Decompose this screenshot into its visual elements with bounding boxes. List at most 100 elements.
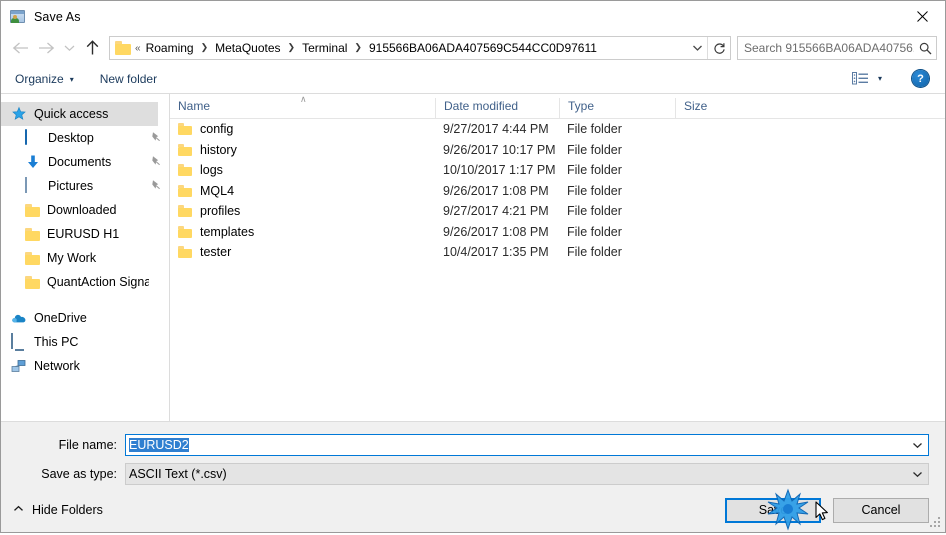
pin-icon[interactable] [149, 155, 161, 169]
table-row[interactable]: config 9/27/2017 4:44 PM File folder [170, 119, 945, 140]
breadcrumb-chevron-icon[interactable]: ❯ [198, 42, 212, 53]
address-bar[interactable]: « Roaming ❯ MetaQuotes ❯ Terminal ❯ 9155… [109, 36, 731, 60]
folder-icon [178, 225, 192, 238]
column-header-size[interactable]: Size [675, 98, 755, 118]
resize-grip[interactable] [929, 516, 942, 529]
sidebar-item-downloaded[interactable]: Downloaded [1, 198, 169, 222]
table-row[interactable]: tester 10/4/2017 1:35 PM File folder [170, 242, 945, 263]
sidebar-item-label: Network [34, 359, 80, 373]
file-name: profiles [200, 204, 241, 219]
folder-icon [25, 276, 40, 289]
column-header-type[interactable]: Type [559, 98, 675, 118]
file-rows: config 9/27/2017 4:44 PM File folder his… [170, 119, 945, 421]
forward-arrow-icon[interactable] [33, 35, 59, 61]
file-type: File folder [567, 163, 622, 178]
chevron-down-icon[interactable] [906, 471, 928, 478]
sidebar-item-quick-access[interactable]: Quick access [1, 102, 158, 126]
help-button[interactable]: ? [912, 70, 929, 87]
hide-folders-label: Hide Folders [32, 503, 103, 517]
new-folder-button[interactable]: New folder [100, 72, 157, 86]
search-icon[interactable] [914, 42, 936, 55]
pin-icon[interactable] [149, 179, 161, 193]
sidebar-item-eurusd-h1[interactable]: EURUSD H1 [1, 222, 169, 246]
save-button[interactable]: Save [725, 497, 821, 523]
sidebar-item-pictures[interactable]: Pictures [1, 174, 169, 198]
close-icon[interactable] [899, 1, 945, 31]
file-name-label: File name: [58, 438, 117, 452]
file-name: config [200, 122, 234, 137]
organize-button[interactable]: Organize ▾ [15, 72, 74, 86]
save-as-type-select[interactable]: ASCII Text (*.csv) [125, 463, 929, 485]
folder-icon [178, 184, 192, 197]
file-name-selected-text: EURUSD2 [129, 438, 189, 452]
chevron-down-icon[interactable] [687, 37, 707, 59]
sidebar-item-label: Documents [48, 155, 112, 169]
cancel-button[interactable]: Cancel [833, 497, 929, 523]
folder-icon [178, 246, 192, 259]
chevron-down-icon: ▾ [69, 75, 74, 84]
window-title: Save As [34, 9, 81, 24]
organize-label: Organize [15, 71, 64, 86]
save-options-pane: File name: EURUSD2 Save as type: ASCII T… [1, 421, 945, 532]
folder-icon [115, 41, 131, 55]
breadcrumb-item-metaquotes[interactable]: MetaQuotes [211, 41, 284, 55]
breadcrumb-item-roaming[interactable]: Roaming [142, 41, 198, 55]
desktop-icon [25, 129, 41, 146]
sidebar-item-onedrive[interactable]: OneDrive [1, 306, 169, 330]
sidebar-item-label: QuantAction Signal [47, 275, 149, 289]
file-date-modified: 10/4/2017 1:35 PM [443, 245, 549, 260]
save-as-dialog: Save As « Roaming ❯ MetaQuotes ❯ Termina… [0, 0, 946, 533]
sidebar-item-network[interactable]: Network [1, 354, 169, 378]
table-row[interactable]: logs 10/10/2017 1:17 PM File folder [170, 160, 945, 181]
dialog-body: Quick access Desktop Documents Pictures … [1, 94, 945, 421]
breadcrumb-overflow[interactable]: « [134, 43, 142, 54]
sidebar-item-label: This PC [34, 335, 79, 349]
onedrive-cloud-icon [11, 310, 27, 326]
recent-locations-chevron-icon[interactable] [59, 35, 79, 61]
sidebar-item-desktop[interactable]: Desktop [1, 126, 169, 150]
sidebar-item-my-work[interactable]: My Work [1, 246, 169, 270]
sidebar-item-quantaction-signal[interactable]: QuantAction Signal [1, 270, 169, 294]
folder-icon [178, 205, 192, 218]
search-input[interactable]: Search 915566BA06ADA40756... [737, 36, 937, 60]
sidebar-item-label: Downloaded [47, 203, 117, 217]
sidebar-item-this-pc[interactable]: This PC [1, 330, 169, 354]
file-type: File folder [567, 245, 622, 260]
up-arrow-icon[interactable] [79, 35, 105, 61]
file-date-modified: 9/27/2017 4:44 PM [443, 122, 549, 137]
title-bar: Save As [1, 1, 945, 32]
file-name-input[interactable]: EURUSD2 [125, 434, 929, 456]
view-mode-button[interactable]: ▾ [851, 72, 882, 85]
dialog-buttons-row: Hide Folders Save Cancel [1, 488, 945, 532]
breadcrumb-item-terminal[interactable]: Terminal [298, 41, 351, 55]
file-name-value: EURUSD2 [126, 438, 906, 452]
refresh-icon[interactable] [707, 37, 730, 59]
table-row[interactable]: templates 9/26/2017 1:08 PM File folder [170, 222, 945, 243]
pin-icon[interactable] [149, 131, 161, 145]
file-name: MQL4 [200, 183, 235, 198]
back-arrow-icon[interactable] [7, 35, 33, 61]
sidebar-item-label: OneDrive [34, 311, 87, 325]
breadcrumb-chevron-icon[interactable]: ❯ [285, 42, 299, 53]
chevron-down-icon[interactable] [906, 442, 928, 449]
sidebar-item-documents[interactable]: Documents [1, 150, 169, 174]
folder-icon [178, 164, 192, 177]
file-name: templates [200, 224, 255, 239]
this-pc-icon [11, 333, 27, 350]
sidebar-item-label: Pictures [48, 179, 94, 193]
file-date-modified: 10/10/2017 1:17 PM [443, 163, 556, 178]
folder-icon [25, 204, 40, 217]
breadcrumb: « Roaming ❯ MetaQuotes ❯ Terminal ❯ 9155… [134, 41, 687, 55]
table-row[interactable]: profiles 9/27/2017 4:21 PM File folder [170, 201, 945, 222]
sidebar-item-label: Desktop [48, 131, 94, 145]
column-headers: Name Date modified Type Size ∧ [170, 94, 945, 119]
folder-icon [25, 252, 40, 265]
breadcrumb-item-terminal-id[interactable]: 915566BA06ADA407569C544CC0D97611 [365, 41, 601, 55]
breadcrumb-chevron-icon[interactable]: ❯ [351, 42, 365, 53]
table-row[interactable]: history 9/26/2017 10:17 PM File folder [170, 140, 945, 161]
table-row[interactable]: MQL4 9/26/2017 1:08 PM File folder [170, 181, 945, 202]
folder-icon [25, 228, 40, 241]
file-type: File folder [567, 142, 622, 157]
column-header-date-modified[interactable]: Date modified [435, 98, 559, 118]
hide-folders-button[interactable]: Hide Folders [13, 503, 103, 517]
